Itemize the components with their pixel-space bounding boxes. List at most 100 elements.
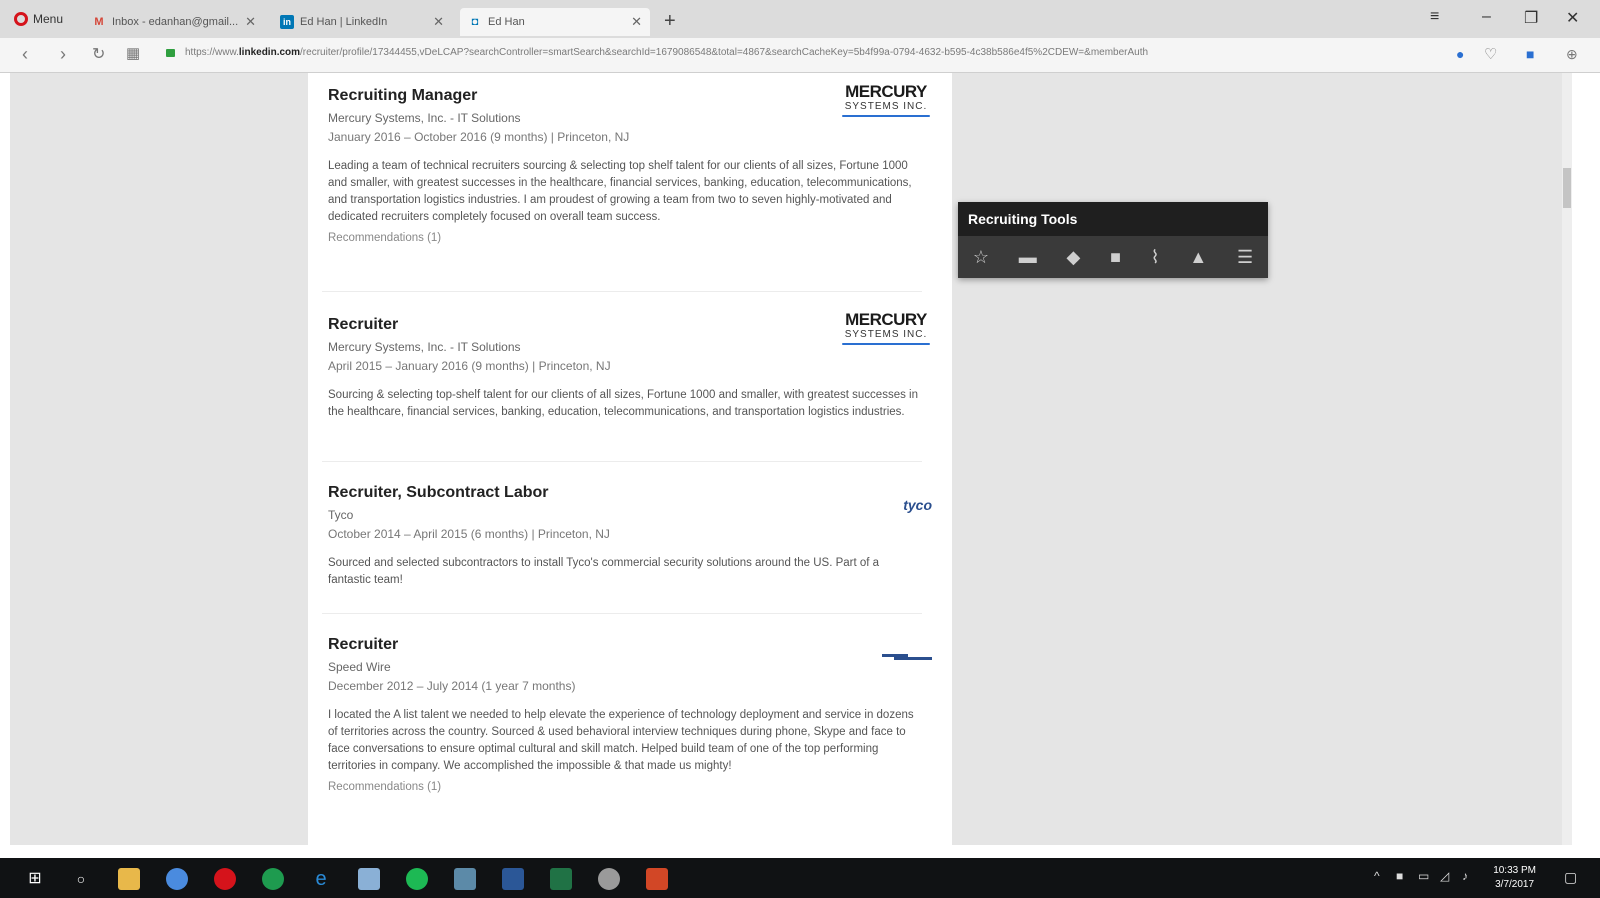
lock-icon	[166, 49, 175, 57]
logo-swoosh	[842, 343, 930, 345]
vpn-icon[interactable]: ●	[1456, 46, 1464, 62]
windows-taskbar: ⊞ ○ e ^ ■ ▭ ◿ ♪ 10:33 PM 3/7/2017 ▢	[0, 858, 1600, 898]
url-domain: linkedin.com	[238, 47, 301, 58]
linkedin-icon: in	[280, 15, 294, 29]
job-dates: January 2016 – October 2016 (9 months) |…	[328, 130, 630, 144]
close-window-button[interactable]: ✕	[1566, 8, 1579, 28]
url-field[interactable]: https://www.linkedin.com/recruiter/profi…	[185, 47, 1455, 58]
minimize-button[interactable]: –	[1482, 8, 1491, 26]
job-description: I located the A list talent we needed to…	[328, 709, 914, 772]
recruiting-tools-panel: Recruiting Tools ☆ ▬ ◆ ■ ⌇ ▲ ☰	[958, 202, 1268, 278]
mercury-systems-logo[interactable]: MERCURY SYSTEMS INC.	[836, 83, 936, 117]
forward-button[interactable]: ›	[60, 44, 66, 65]
experience-card: Recruiting Manager Mercury Systems, Inc.…	[308, 73, 952, 845]
volume-icon[interactable]: ♪	[1462, 869, 1468, 883]
divider	[322, 613, 922, 614]
logo-text: MERCURY	[845, 310, 927, 329]
tag-icon[interactable]: ◆	[1067, 247, 1081, 268]
reload-button[interactable]: ↻	[92, 44, 105, 64]
recruiting-tools-toolbar: ☆ ▬ ◆ ■ ⌇ ▲ ☰	[958, 236, 1268, 278]
excel-icon[interactable]	[550, 868, 572, 890]
logo-swoosh	[842, 115, 930, 117]
tab-menu-icon[interactable]: ≡	[1430, 8, 1439, 26]
divider	[322, 291, 922, 292]
gmail-icon: M	[94, 16, 104, 28]
close-tab-icon[interactable]: ✕	[433, 14, 444, 30]
tyco-logo[interactable]: tyco	[903, 497, 932, 513]
job-description: Leading a team of technical recruiters s…	[328, 160, 912, 223]
experience-entry: Recruiting Manager Mercury Systems, Inc.…	[328, 87, 920, 244]
linkedin-recruiter-icon: ◘	[471, 16, 479, 28]
tab-linkedin[interactable]: in Ed Han | LinkedIn ✕	[272, 8, 452, 36]
recommendations-link[interactable]: Recommendations (1)	[328, 232, 920, 244]
tray-app-icon[interactable]: ■	[1396, 869, 1403, 883]
url-path: /recruiter/profile/17344455,vDeLCAP?sear…	[300, 47, 1149, 58]
company-name[interactable]: Speed Wire	[328, 660, 920, 674]
job-dates: December 2012 – July 2014 (1 year 7 mont…	[328, 679, 576, 693]
folder-icon[interactable]: ▬	[1019, 247, 1037, 268]
divider	[322, 461, 922, 462]
action-center-icon[interactable]: ▢	[1564, 869, 1577, 886]
tab-linkedin-recruiter[interactable]: ◘ Ed Han ✕	[460, 8, 650, 36]
extension-icon[interactable]: ■	[1526, 46, 1534, 62]
company-name[interactable]: Tyco	[328, 508, 920, 522]
job-title[interactable]: Recruiting Manager	[328, 87, 920, 105]
edge-icon[interactable]: e	[310, 868, 332, 890]
logo-subtext: SYSTEMS INC.	[844, 329, 928, 340]
job-title[interactable]: Recruiter	[328, 316, 920, 334]
clock-date: 3/7/2017	[1495, 879, 1535, 890]
star-icon[interactable]: ☆	[973, 247, 989, 268]
opera-icon[interactable]	[214, 868, 236, 890]
file-explorer-icon[interactable]	[118, 868, 140, 890]
tray-expand-icon[interactable]: ^	[1374, 869, 1380, 883]
bell-icon[interactable]: ▲	[1189, 247, 1207, 268]
close-tab-icon[interactable]: ✕	[245, 14, 256, 30]
experience-entry: Recruiter Speed Wire December 2012 – Jul…	[328, 636, 920, 793]
back-button[interactable]: ‹	[22, 44, 28, 65]
opera-logo-icon	[14, 12, 28, 26]
taskbar-clock[interactable]: 10:33 PM 3/7/2017	[1493, 864, 1536, 892]
note-icon[interactable]: ■	[1110, 247, 1121, 268]
company-name[interactable]: Mercury Systems, Inc. - IT Solutions	[328, 340, 920, 354]
new-tab-button[interactable]: +	[664, 10, 676, 33]
recommendations-link[interactable]: Recommendations (1)	[328, 781, 920, 793]
experience-entry: Recruiter, Subcontract Labor Tyco Octobe…	[328, 484, 920, 589]
menu-icon[interactable]: ☰	[1237, 247, 1253, 268]
network-icon[interactable]: ▭	[1418, 869, 1429, 883]
browser-menu-button[interactable]: Menu	[14, 12, 63, 26]
job-title[interactable]: Recruiter, Subcontract Labor	[328, 484, 920, 502]
speed-dial-icon[interactable]: ▦	[126, 44, 140, 62]
mercury-systems-logo[interactable]: MERCURY SYSTEMS INC.	[836, 311, 936, 345]
attachment-icon[interactable]: ⌇	[1151, 247, 1160, 268]
close-tab-icon[interactable]: ✕	[631, 14, 642, 30]
job-description: Sourced and selected subcontractors to i…	[328, 557, 880, 586]
logo-subtext: SYSTEMS INC.	[844, 101, 928, 112]
address-bar: ‹ › ↻ ▦ https://www.linkedin.com/recruit…	[0, 38, 1600, 73]
app-icon[interactable]	[358, 868, 380, 890]
browser-menu-label: Menu	[33, 12, 64, 26]
speed-wire-logo[interactable]	[882, 653, 932, 661]
tab-label: Ed Han | LinkedIn	[300, 16, 388, 28]
recruiting-tools-title: Recruiting Tools	[958, 202, 1268, 236]
word-icon[interactable]	[502, 868, 524, 890]
bookmark-heart-icon[interactable]: ♡	[1484, 45, 1497, 63]
chrome-icon[interactable]	[166, 868, 188, 890]
job-title[interactable]: Recruiter	[328, 636, 920, 654]
powerpoint-icon[interactable]	[646, 868, 668, 890]
page-background: Recruiting Manager Mercury Systems, Inc.…	[10, 73, 1562, 845]
tab-gmail[interactable]: M Inbox - edanhan@gmail... ✕	[84, 8, 264, 36]
tab-label: Inbox - edanhan@gmail...	[112, 16, 239, 28]
browser-tab-bar: Menu M Inbox - edanhan@gmail... ✕ in Ed …	[0, 0, 1600, 42]
url-prefix: https://www.	[185, 47, 239, 58]
start-button[interactable]: ⊞	[24, 868, 46, 890]
spotify-icon[interactable]	[406, 868, 428, 890]
wifi-icon[interactable]: ◿	[1440, 869, 1449, 883]
cortana-icon[interactable]: ○	[70, 868, 92, 890]
scrollbar-thumb[interactable]	[1563, 168, 1571, 208]
app-icon[interactable]	[454, 868, 476, 890]
app-icon[interactable]	[598, 868, 620, 890]
company-name[interactable]: Mercury Systems, Inc. - IT Solutions	[328, 111, 920, 125]
app-icon[interactable]	[262, 868, 284, 890]
download-icon[interactable]: ⊕	[1566, 46, 1578, 63]
restore-button[interactable]: ❐	[1524, 8, 1538, 28]
